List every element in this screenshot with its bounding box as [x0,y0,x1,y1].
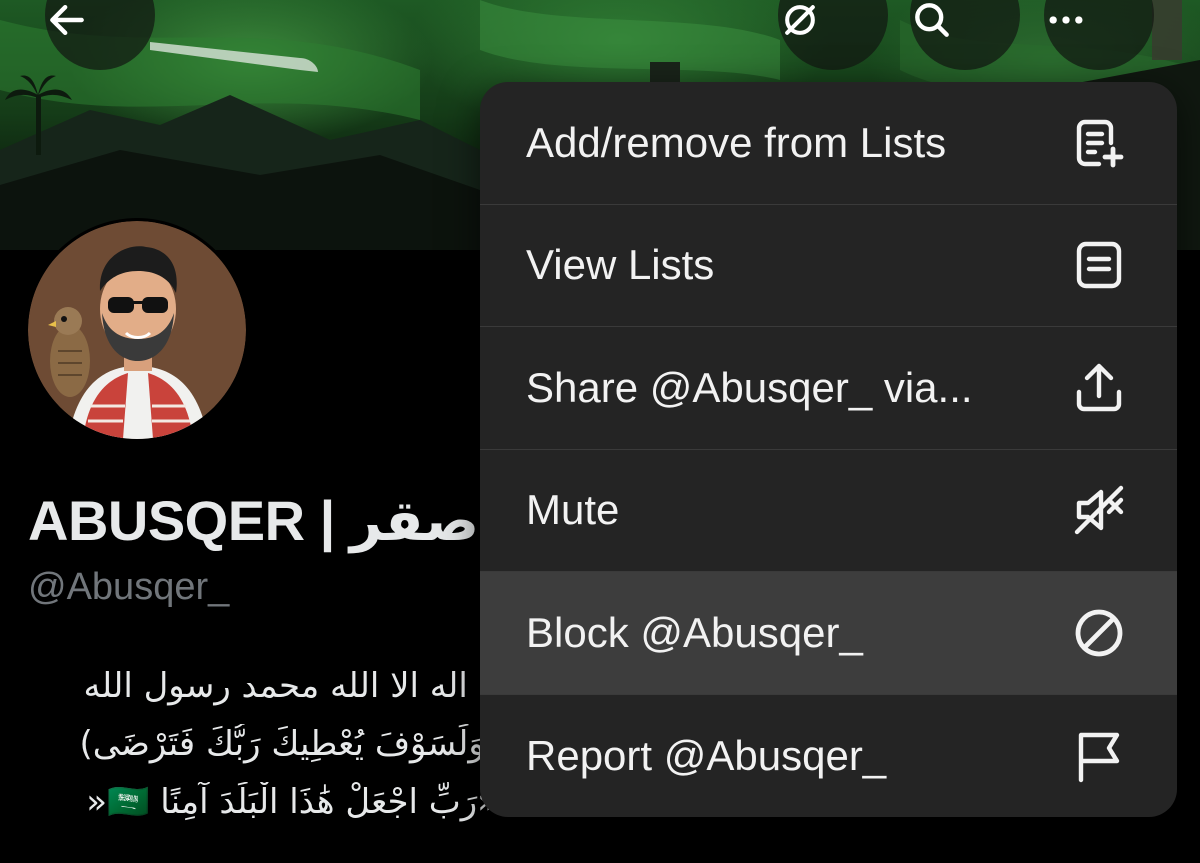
block-icon [1071,605,1127,661]
menu-item-label: Report @Abusqer_ [526,731,887,779]
menu-item-view-lists[interactable]: View Lists [480,205,1177,327]
menu-item-label: Block @Abusqer_ [526,608,863,656]
share-icon [1071,360,1127,416]
menu-item-block[interactable]: Block @Abusqer_ [480,572,1177,695]
profile-handle: @Abusqer_ [28,566,230,608]
menu-item-label: View Lists [526,241,715,289]
display-name: ABUSQER | صقر [28,489,480,552]
speaker-muted-icon [1071,482,1127,538]
arrow-left-icon [50,4,84,36]
flag-icon [1071,728,1127,784]
grok-icon [785,5,815,35]
menu-item-add-remove-lists[interactable]: Add/remove from Lists [480,82,1177,205]
list-add-icon [1071,115,1127,171]
menu-item-report[interactable]: Report @Abusqer_ [480,695,1177,818]
list-icon [1071,237,1127,293]
bio-line-2: (وَلَسَوْفَ يُعْطِيكَ رَبُّكَ فَتَرْضَى) [79,724,498,764]
menu-item-label: Add/remove from Lists [526,118,947,166]
search-icon [915,3,949,37]
profile-more-menu: Add/remove from Lists View Lists Share @… [480,82,1177,817]
avatar[interactable] [25,218,249,442]
more-horizontal-icon [1049,16,1083,24]
menu-item-label: Mute [526,486,620,534]
bio-line-3: «رَبِّ اجْعَلْ هَٰذَا الْبَلَدَ آمِنًا 🇸… [86,782,498,822]
menu-item-label: Share @Abusqer_ via... [526,363,973,411]
menu-item-share[interactable]: Share @Abusqer_ via... [480,327,1177,450]
bio-line-1: لا اله الا الله محمد رسول الله [83,666,498,706]
menu-item-mute[interactable]: Mute [480,450,1177,572]
avatar-image [28,221,246,439]
